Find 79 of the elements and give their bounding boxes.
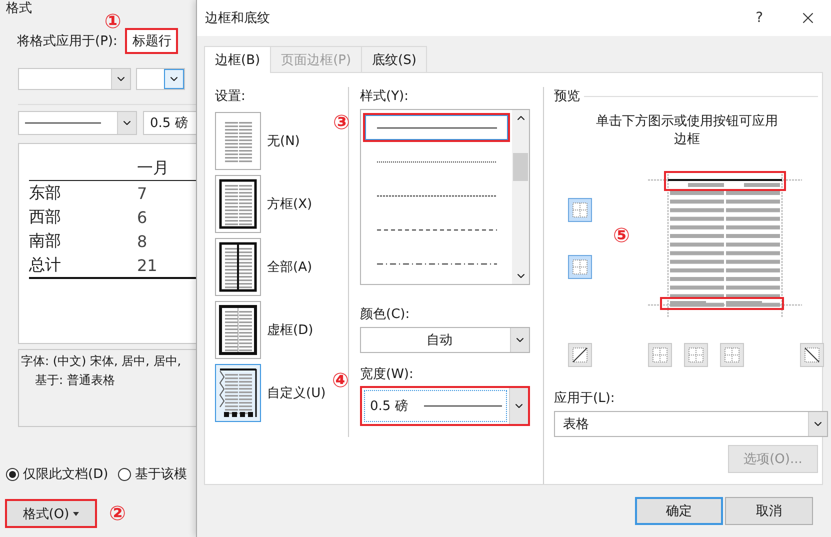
border-grid-icon: [688, 347, 704, 363]
apply-to-dropdown[interactable]: 表格: [554, 411, 828, 437]
format-button[interactable]: 格式(O): [5, 499, 97, 528]
table-cell-text: 21: [137, 256, 158, 274]
step-marker: ⑤: [613, 225, 630, 245]
scrollbar-thumb[interactable]: [513, 153, 528, 181]
diagonal-border-icon: [572, 347, 588, 363]
line-style-icon: [376, 126, 496, 130]
setting-button[interactable]: [215, 174, 261, 232]
border-setting-icon: [218, 366, 258, 418]
border-grid-icon: [652, 347, 668, 363]
border-grid-icon: [724, 347, 740, 363]
color-dropdown[interactable]: 自动: [360, 327, 530, 353]
radio-option[interactable]: 仅限此文档(D): [6, 465, 108, 483]
setting-label: 全部(A): [267, 258, 312, 276]
help-button[interactable]: ?: [756, 10, 763, 26]
line-style-icon: [25, 121, 101, 125]
width-label: 宽度(W):: [360, 366, 414, 383]
ok-button[interactable]: 确定: [635, 497, 723, 525]
setting-label: 自定义(U): [267, 384, 326, 402]
row-label: 东部: [29, 182, 62, 204]
border-grid-icon: [572, 202, 588, 218]
line-style-icon: [376, 228, 496, 232]
top-border-button[interactable]: [568, 198, 592, 222]
setting-label: 方框(X): [267, 196, 312, 212]
table-cell-text: 8: [137, 232, 148, 250]
line-style-option[interactable]: [363, 113, 510, 142]
table-cell-text: 6: [137, 208, 148, 226]
width-dropdown[interactable]: 0.5 磅: [360, 386, 530, 426]
table-cell-text: 7: [137, 184, 148, 202]
size-dropdown[interactable]: [136, 68, 185, 90]
center-border-button[interactable]: [684, 343, 708, 367]
setting-button[interactable]: [215, 300, 261, 358]
setting-label: 虚框(D): [267, 322, 314, 338]
preview-hint: 单击下方图示或使用按钮可应用边框: [595, 113, 779, 149]
preview-label: 预览: [554, 88, 580, 105]
diagonal-border-icon: [804, 347, 820, 363]
step-marker: ④: [332, 370, 349, 390]
apply-to-label: 应用于(L):: [554, 390, 616, 407]
setting-button[interactable]: [215, 238, 261, 296]
left-border-button[interactable]: [648, 343, 672, 367]
diagonal-up-button[interactable]: [568, 343, 592, 367]
diagonal-down-button[interactable]: [800, 343, 824, 367]
step-marker: ②: [109, 503, 126, 523]
caret-icon: [73, 512, 80, 516]
border-grid-icon: [572, 259, 588, 275]
apply-to-label: 将格式应用于(P):: [17, 33, 118, 50]
setting-button[interactable]: [215, 364, 261, 422]
tab[interactable]: 边框(B): [204, 46, 272, 73]
row-label: 南部: [29, 230, 62, 252]
radio-option[interactable]: 基于该模: [118, 465, 188, 483]
line-style-icon: [424, 404, 502, 408]
line-style-dropdown[interactable]: [18, 111, 137, 135]
style-list[interactable]: [360, 109, 530, 285]
color-label: 颜色(C):: [360, 306, 411, 323]
line-style-icon: [376, 160, 496, 164]
column-header: 一月: [137, 158, 170, 178]
row-label: 总计: [29, 254, 62, 276]
line-style-icon: [376, 262, 496, 266]
style-description: 字体: (中文) 宋体, 居中, 居中,: [21, 353, 182, 370]
tab[interactable]: 底纹(S): [361, 46, 428, 72]
border-setting-icon: [218, 178, 258, 230]
inner-border-button[interactable]: [568, 255, 592, 279]
apply-to-field[interactable]: 标题行: [125, 28, 178, 54]
right-border-button[interactable]: [720, 343, 744, 367]
setting-label: 无(N): [267, 132, 300, 150]
row-label: 西部: [29, 206, 62, 228]
settings-label: 设置:: [215, 88, 246, 105]
table-preview-drawing[interactable]: [647, 171, 803, 317]
step-marker: ①: [104, 11, 122, 31]
style-label: 样式(Y):: [360, 88, 410, 105]
cancel-button[interactable]: 取消: [725, 497, 813, 525]
step-marker: ③: [333, 112, 350, 132]
border-setting-icon: [218, 304, 258, 356]
window-title: 边框和底纹: [205, 10, 271, 27]
group-label: 格式: [6, 1, 32, 17]
border-setting-icon: [218, 240, 258, 292]
line-style-icon: [376, 194, 496, 198]
style-description: 基于: 普通表格: [34, 372, 116, 389]
